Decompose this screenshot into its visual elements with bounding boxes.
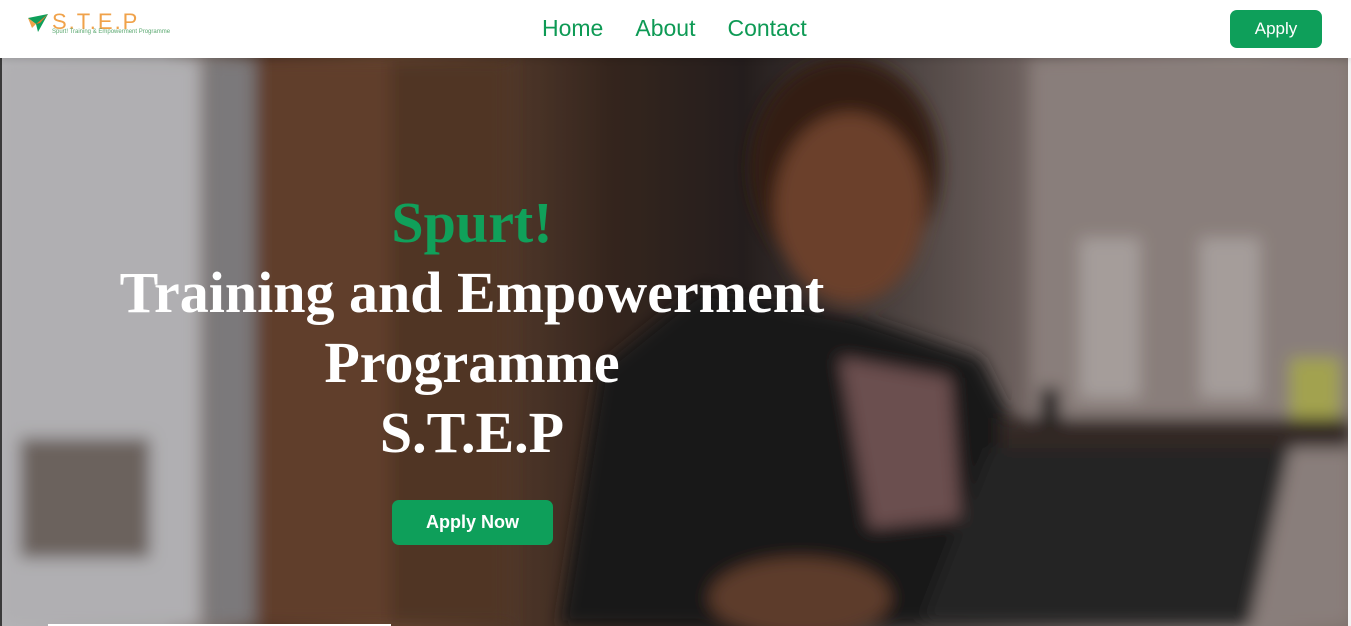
hero-heading: Spurt! Training and Empowerment Programm… <box>62 188 882 468</box>
hero-title-line-3: S.T.E.P <box>379 400 565 465</box>
hero-left-edge <box>0 58 2 626</box>
logo-subtitle: Spurt! Training & Empowerment Programme <box>52 29 171 35</box>
hero-banner: Spurt! Training and Empowerment Programm… <box>0 58 1351 626</box>
nav-link-about[interactable]: About <box>635 15 695 42</box>
hero-title-line-1: Training and Empowerment <box>119 260 825 325</box>
step-logo[interactable]: S.T.E.P Spurt! Training & Empowerment Pr… <box>26 9 170 44</box>
nav-link-home[interactable]: Home <box>542 15 603 42</box>
apply-now-button[interactable]: Apply Now <box>392 500 553 545</box>
nav-link-contact[interactable]: Contact <box>727 15 806 42</box>
plane-arrow-icon <box>28 14 48 32</box>
hero-tagline: Spurt! <box>391 190 553 255</box>
top-navbar: S.T.E.P Spurt! Training & Empowerment Pr… <box>0 0 1351 58</box>
hero-title-line-2: Programme <box>324 330 620 395</box>
apply-button[interactable]: Apply <box>1230 10 1322 48</box>
main-nav: Home About Contact <box>542 15 807 42</box>
